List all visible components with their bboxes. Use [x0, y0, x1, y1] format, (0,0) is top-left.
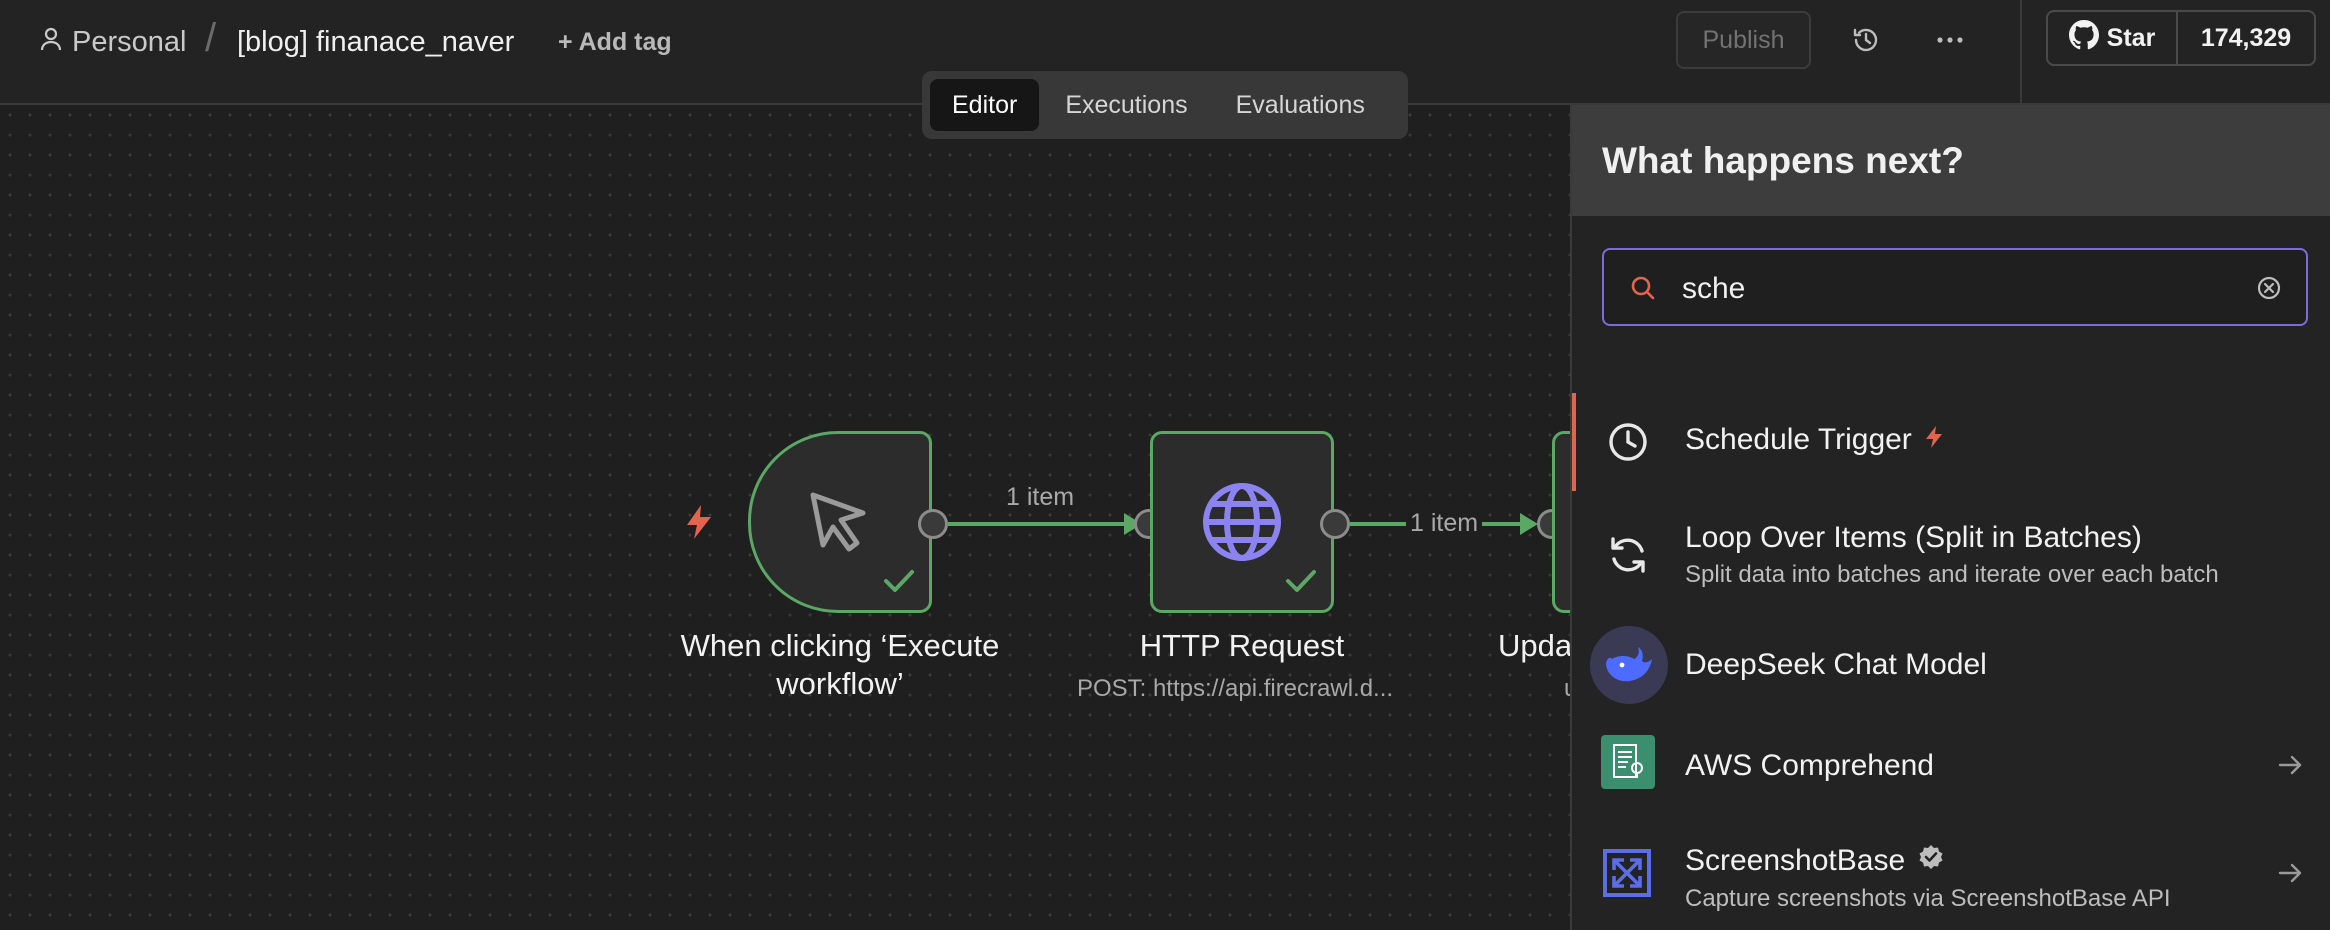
- success-check-icon: [1285, 569, 1317, 598]
- user-icon: [40, 26, 62, 59]
- header-divider: [2020, 0, 2022, 105]
- bolt-icon: [1924, 423, 1944, 457]
- github-star-label: Star: [2106, 23, 2156, 52]
- connection-line[interactable]: [948, 522, 1128, 526]
- breadcrumb-personal-label: Personal: [72, 25, 187, 58]
- list-item-title: AWS Comprehend: [1685, 749, 1934, 782]
- arrow-right-icon: [2278, 753, 2304, 782]
- publish-button[interactable]: Publish: [1676, 11, 1811, 69]
- refresh-icon: [1598, 525, 1658, 585]
- add-tag-button[interactable]: + Add tag: [558, 22, 672, 62]
- node-title: HTTP Request: [1139, 628, 1345, 663]
- node-creator-panel: What happens next? sche Schedule Trigger…: [1570, 105, 2330, 930]
- breadcrumb-separator: /: [205, 15, 217, 60]
- trigger-bolt-icon: [683, 504, 715, 545]
- github-star-count[interactable]: 174,329: [2178, 12, 2314, 64]
- arrow-right-icon: [2278, 861, 2304, 890]
- list-item-aws-comprehend[interactable]: AWS Comprehend: [1572, 719, 2330, 811]
- list-item-schedule-trigger[interactable]: Schedule Trigger: [1572, 393, 2330, 491]
- search-icon: [1630, 275, 1656, 306]
- tab-evaluations[interactable]: Evaluations: [1214, 79, 1387, 131]
- panel-title: What happens next?: [1572, 105, 2330, 216]
- clear-search-icon[interactable]: [2256, 275, 2282, 306]
- workflow-name[interactable]: [blog] finanace_naver: [237, 22, 514, 62]
- list-item-description: Split data into batches and iterate over…: [1685, 561, 2219, 588]
- list-item-title: Schedule Trigger: [1685, 423, 1912, 456]
- connection-label: 1 item: [1406, 509, 1483, 538]
- screenshotbase-icon: [1601, 847, 1653, 899]
- list-item-title: DeepSeek Chat Model: [1685, 648, 1987, 681]
- output-port[interactable]: [918, 509, 948, 539]
- view-tabs: Editor Executions Evaluations: [922, 71, 1408, 139]
- list-item-title: ScreenshotBase: [1685, 844, 1906, 877]
- deepseek-whale-icon: [1590, 626, 1668, 704]
- search-value: sche: [1682, 272, 1746, 305]
- tab-executions[interactable]: Executions: [1043, 79, 1209, 131]
- list-item-description: Capture screenshots via ScreenshotBase A…: [1685, 885, 2171, 912]
- node-title: When clicking ‘Execute workflow’: [680, 628, 1000, 701]
- history-icon[interactable]: [1848, 22, 1884, 58]
- output-port[interactable]: [1320, 509, 1350, 539]
- aws-comprehend-icon: [1601, 735, 1655, 789]
- workflow-canvas[interactable]: 1 item When clicking ‘Execute workflow’ …: [0, 105, 1570, 930]
- list-item-screenshotbase[interactable]: ScreenshotBase Capture screenshots via S…: [1572, 825, 2330, 925]
- tab-editor[interactable]: Editor: [930, 79, 1040, 131]
- verified-icon: [1917, 843, 1945, 879]
- more-options-icon[interactable]: [1932, 22, 1968, 58]
- workflow-node-update[interactable]: [1552, 431, 1570, 613]
- github-icon: [2068, 19, 2099, 57]
- github-star-widget[interactable]: Star 174,329: [2046, 10, 2316, 66]
- workflow-node-http-request[interactable]: [1150, 431, 1334, 613]
- node-search-input[interactable]: sche: [1602, 248, 2308, 326]
- github-star-button[interactable]: Star: [2048, 12, 2178, 64]
- list-item-loop-over-items[interactable]: Loop Over Items (Split in Batches) Split…: [1572, 505, 2330, 605]
- list-item-title: Loop Over Items (Split in Batches): [1685, 521, 2142, 554]
- node-subtitle: POST: https://api.firecrawl.d...: [1076, 675, 1394, 702]
- breadcrumb-personal[interactable]: Personal: [40, 22, 186, 62]
- workflow-node-manual-trigger[interactable]: [748, 431, 932, 613]
- node-title: Upda: [1498, 628, 1570, 663]
- connection-arrow: [1520, 513, 1538, 535]
- list-item-deepseek-chat-model[interactable]: DeepSeek Chat Model: [1572, 620, 2330, 710]
- success-check-icon: [883, 569, 915, 598]
- connection-label: 1 item: [1006, 483, 1075, 511]
- clock-icon: [1598, 412, 1658, 472]
